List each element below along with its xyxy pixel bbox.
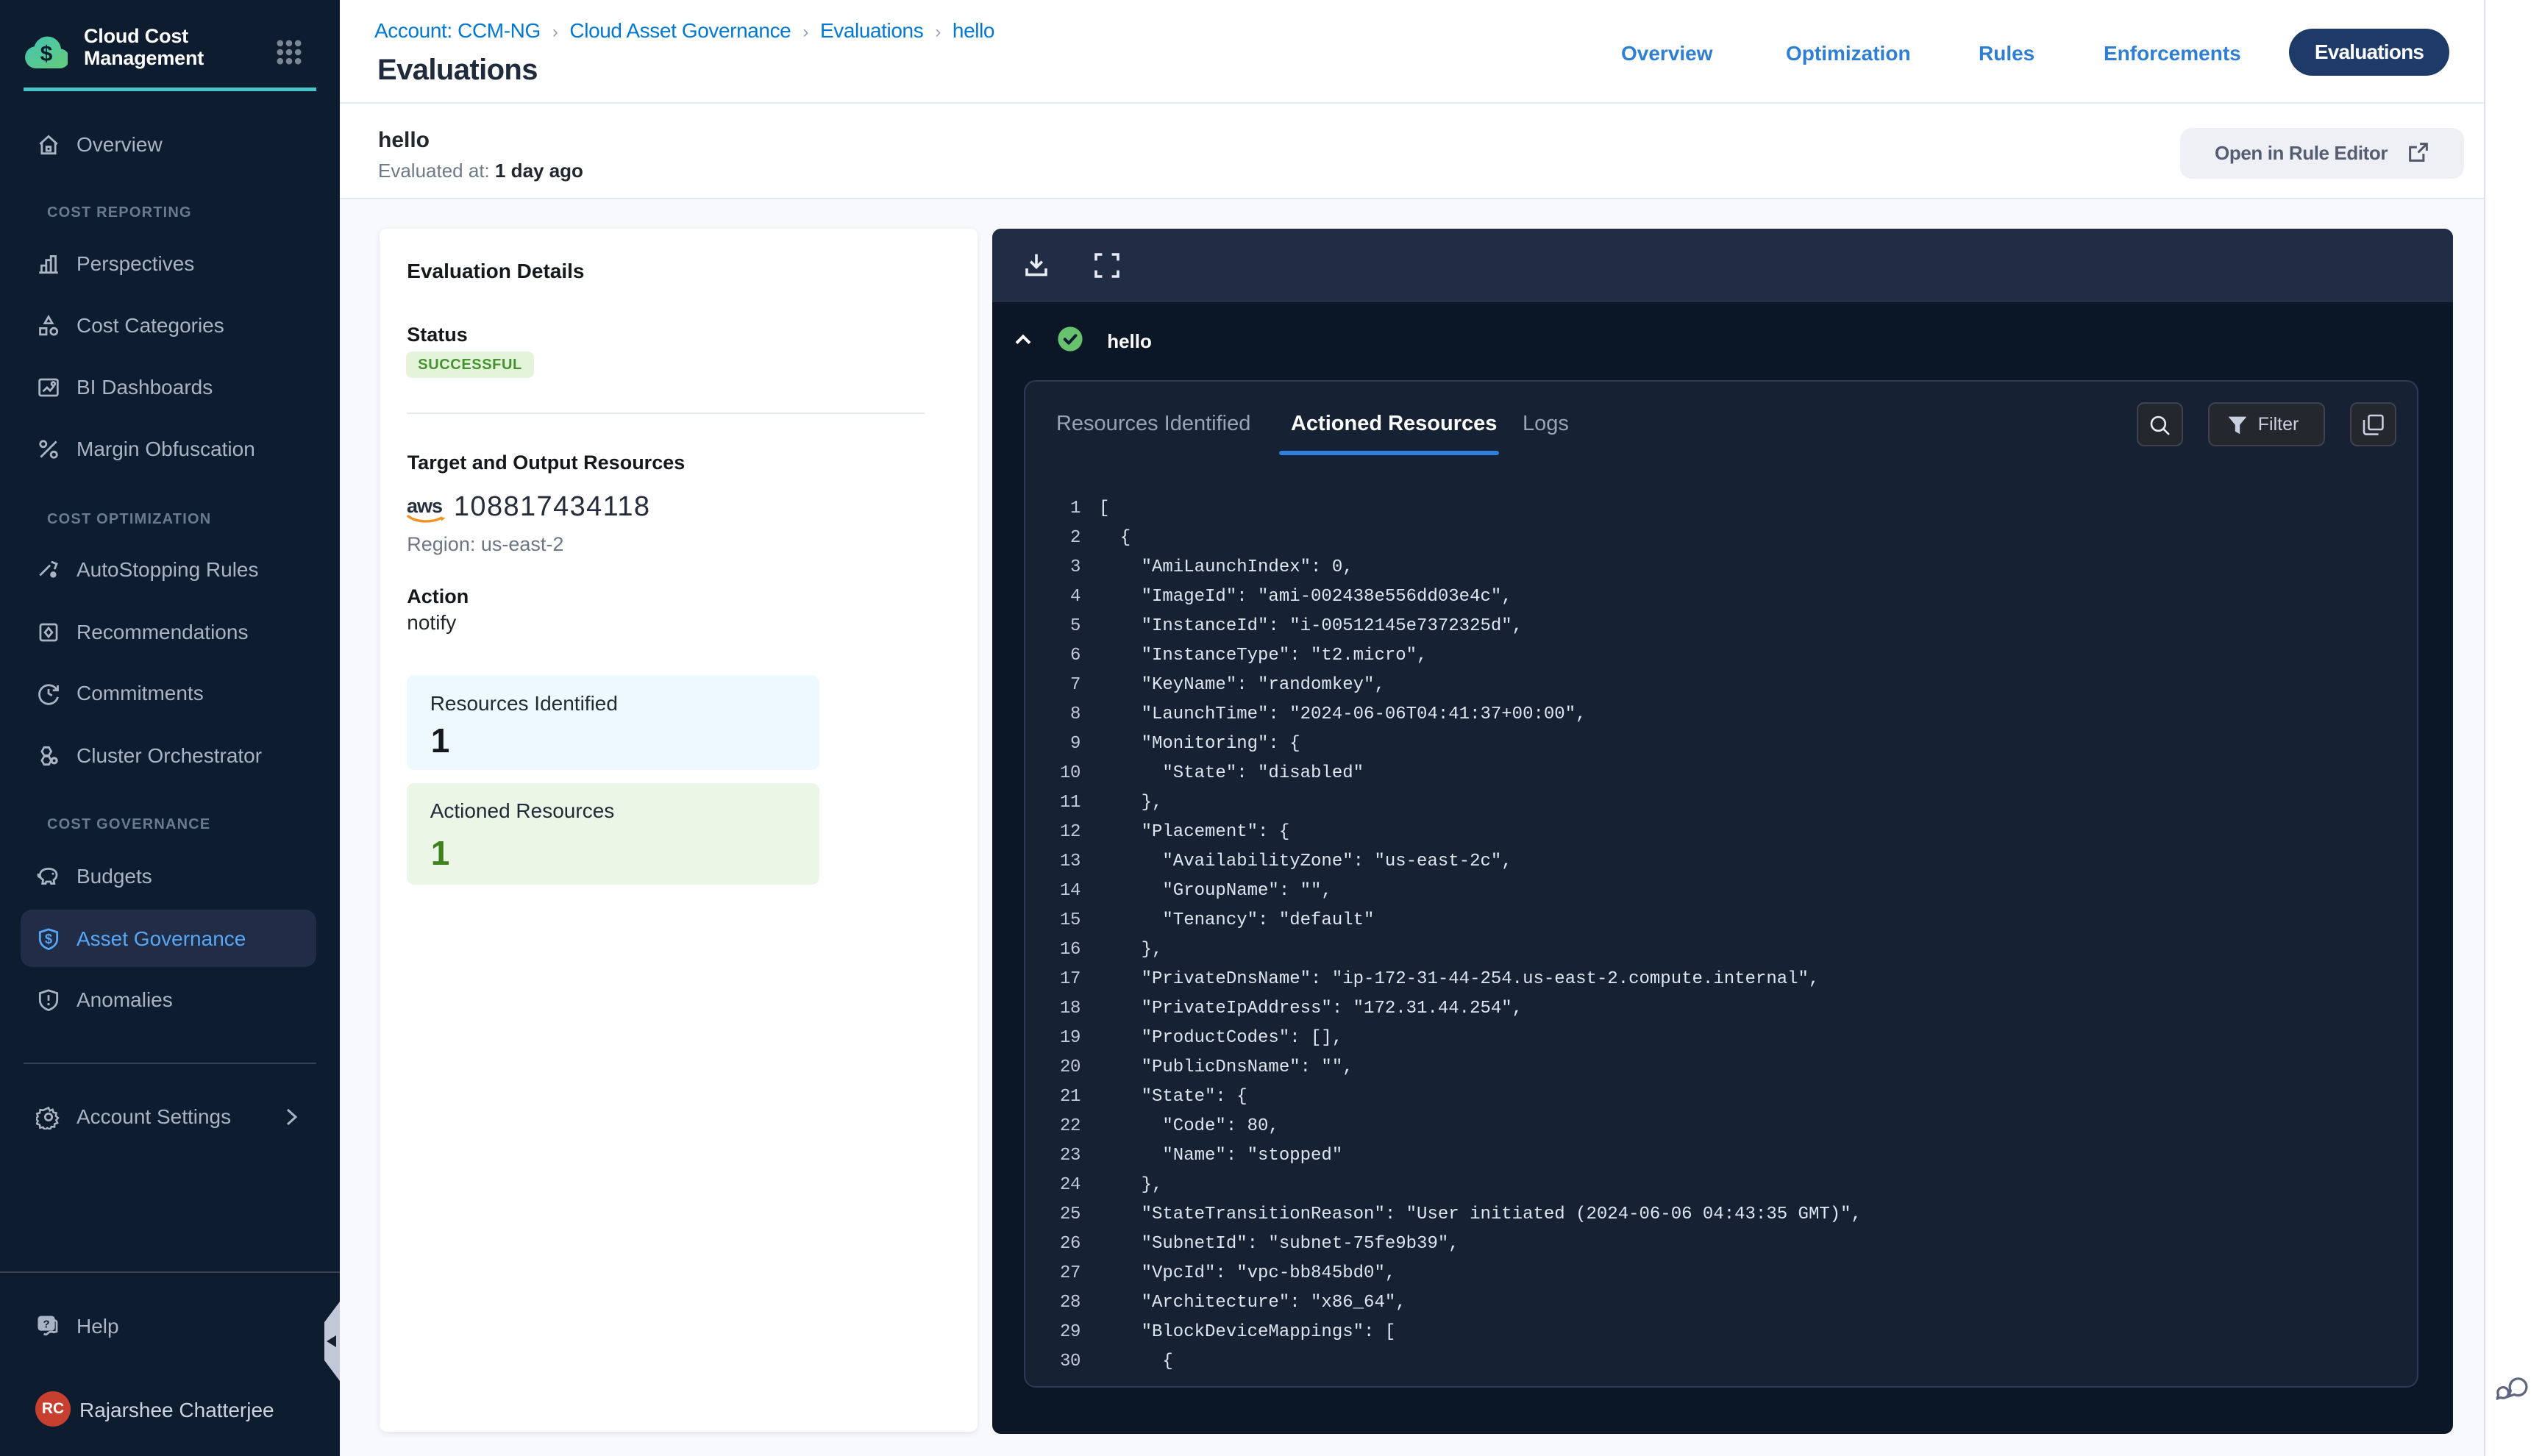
svg-text:?: ?: [43, 1318, 49, 1330]
svg-text:$: $: [40, 42, 53, 66]
svg-text:aws: aws: [407, 495, 442, 517]
svg-text:$: $: [45, 932, 52, 946]
